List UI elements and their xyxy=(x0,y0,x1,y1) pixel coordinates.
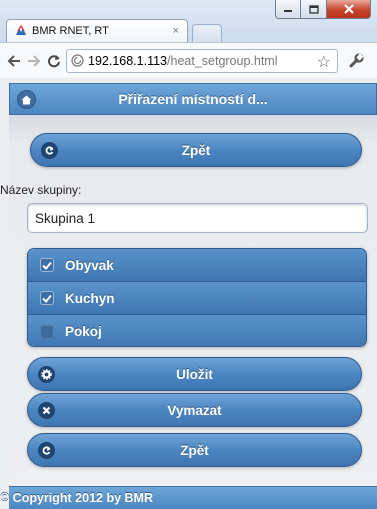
reload-icon[interactable] xyxy=(44,51,64,71)
group-name-input[interactable] xyxy=(27,203,368,233)
close-icon xyxy=(343,4,354,14)
page-title: Přiřazení místností d... xyxy=(118,91,268,107)
group-name-label: Název skupiny: xyxy=(0,183,82,197)
window-controls xyxy=(275,0,371,19)
minimize-icon xyxy=(284,10,292,12)
page-info-icon[interactable] xyxy=(71,54,84,67)
back-arrow-icon[interactable] xyxy=(4,51,24,71)
gear-icon xyxy=(38,366,55,383)
back-button-top[interactable]: Zpět xyxy=(30,133,362,167)
page-footer: © Copyright 2012 by BMR xyxy=(0,486,377,509)
tab-close-icon[interactable]: × xyxy=(173,25,179,37)
browser-tab[interactable]: BMR RNET, RT × xyxy=(6,19,188,42)
room-label: Pokoj xyxy=(65,324,102,339)
room-checkbox-obyvak[interactable]: Obyvak xyxy=(28,249,366,282)
checkbox-unchecked-icon xyxy=(40,324,54,339)
delete-button[interactable]: Vymazat xyxy=(27,393,362,427)
save-button-label: Uložit xyxy=(176,366,213,382)
room-checkbox-kuchyn[interactable]: Kuchyn xyxy=(28,282,366,315)
back-icon xyxy=(41,142,58,159)
back-button-label: Zpět xyxy=(181,142,211,158)
back-icon xyxy=(38,442,55,459)
delete-x-icon xyxy=(38,402,55,419)
tab-title: BMR RNET, RT xyxy=(32,25,109,37)
wrench-menu-icon[interactable] xyxy=(346,51,366,71)
maximize-button[interactable] xyxy=(301,0,327,19)
address-bar[interactable]: 192.168.1.113/heat_setgroup.html ☆ xyxy=(66,48,338,73)
room-checkbox-pokoj[interactable]: Pokoj xyxy=(28,315,366,346)
maximize-icon xyxy=(308,4,319,14)
new-tab-button[interactable] xyxy=(192,24,222,42)
close-window-button[interactable] xyxy=(327,0,371,19)
browser-toolbar: 192.168.1.113/heat_setgroup.html ☆ xyxy=(0,42,377,78)
room-checkbox-group: Obyvak Kuchyn Pokoj xyxy=(27,248,367,347)
room-label: Obyvak xyxy=(65,257,114,273)
minimize-button[interactable] xyxy=(275,0,301,19)
url-host: 192.168.1.113 xyxy=(88,53,168,68)
checkbox-checked-icon xyxy=(40,258,54,272)
bmr-favicon-icon xyxy=(16,25,26,35)
browser-chrome: BMR RNET, RT × 192.168.1.113/heat_setgro… xyxy=(0,0,377,78)
bookmark-star-icon[interactable]: ☆ xyxy=(317,52,331,72)
checkbox-checked-icon xyxy=(40,291,54,305)
delete-button-label: Vymazat xyxy=(167,402,222,418)
copyright-text: © Copyright 2012 by BMR xyxy=(0,491,153,505)
save-button[interactable]: Uložit xyxy=(27,357,362,391)
home-icon xyxy=(21,95,32,104)
url-path: /heat_setgroup.html xyxy=(167,53,278,68)
forward-arrow-icon[interactable] xyxy=(24,51,44,71)
room-label: Kuchyn xyxy=(65,290,115,306)
back-button-label: Zpět xyxy=(180,442,209,458)
back-button-bottom[interactable]: Zpět xyxy=(27,433,362,467)
page-header: Přiřazení místností d... xyxy=(9,83,377,115)
home-button[interactable] xyxy=(17,90,36,109)
